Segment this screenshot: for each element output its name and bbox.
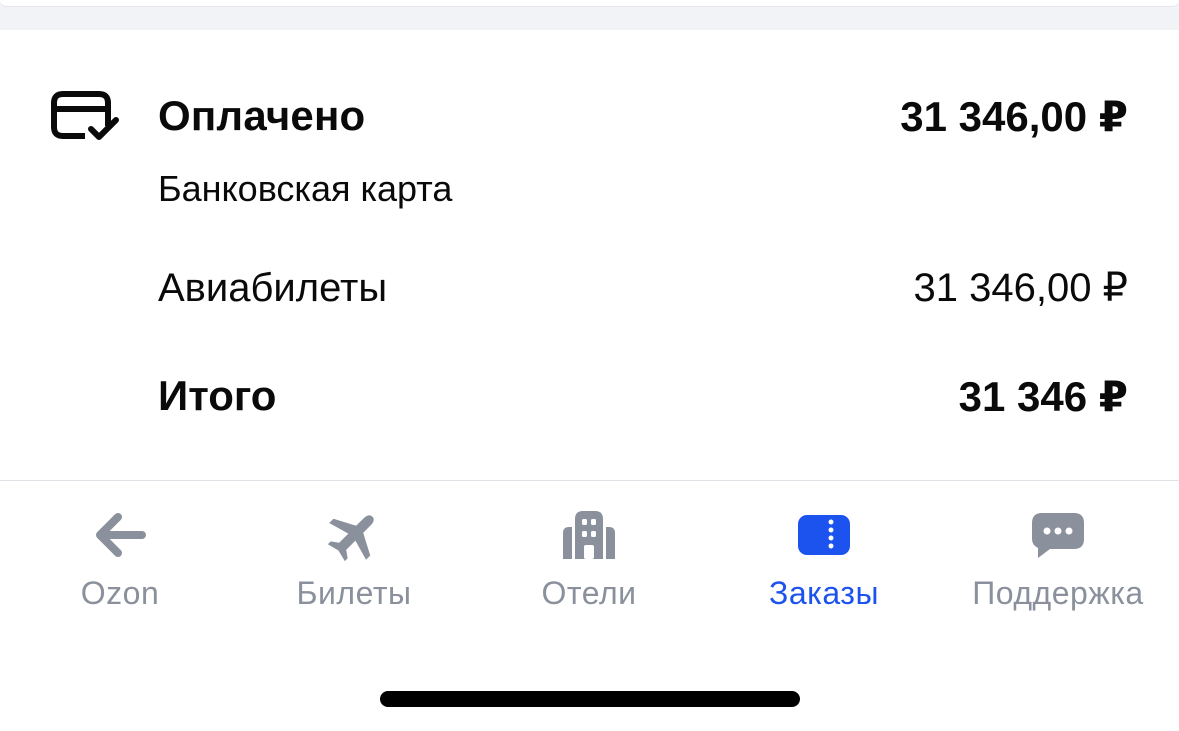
tab-label-support: Поддержка xyxy=(972,575,1144,611)
total-row: Итого 31 346 ₽ xyxy=(158,370,1128,422)
arrow-left-icon xyxy=(96,513,146,557)
total-amount: 31 346 ₽ xyxy=(958,372,1128,420)
payment-method: Банковская карта xyxy=(158,168,453,209)
line-item-row: Авиабилеты 31 346,00 ₽ xyxy=(158,262,1128,314)
tab-support[interactable]: Поддержка xyxy=(940,481,1176,621)
payment-summary: Оплачено 31 346,00 ₽ Банковская карта Ав… xyxy=(0,30,1179,480)
tab-ozon[interactable]: Ozon xyxy=(2,481,238,621)
tab-label-ozon: Ozon xyxy=(80,575,160,611)
tab-label-orders: Заказы xyxy=(769,575,879,611)
chat-icon xyxy=(1032,513,1084,558)
total-label: Итого xyxy=(158,372,277,419)
tab-label-hotels: Отели xyxy=(541,575,637,611)
airplane-icon xyxy=(327,515,374,562)
paid-amount: 31 346,00 ₽ xyxy=(900,92,1128,140)
tab-label-tickets: Билеты xyxy=(296,575,412,611)
paid-row: Оплачено 31 346,00 ₽ xyxy=(158,90,1128,142)
top-card-edge xyxy=(0,0,1179,7)
hotel-icon xyxy=(563,511,615,559)
tab-orders[interactable]: Заказы xyxy=(706,481,942,621)
bottom-tab-bar: Ozon Билеты Отели Заказы Поддержка xyxy=(0,480,1179,731)
tab-hotels[interactable]: Отели xyxy=(471,481,707,621)
line-item-amount: 31 346,00 ₽ xyxy=(913,266,1128,310)
tab-tickets[interactable]: Билеты xyxy=(236,481,472,621)
paid-status-label: Оплачено xyxy=(158,92,366,139)
home-indicator[interactable] xyxy=(380,691,800,707)
line-item-label: Авиабилеты xyxy=(158,265,388,310)
card-paid-icon xyxy=(51,91,119,140)
ticket-icon xyxy=(798,515,850,555)
